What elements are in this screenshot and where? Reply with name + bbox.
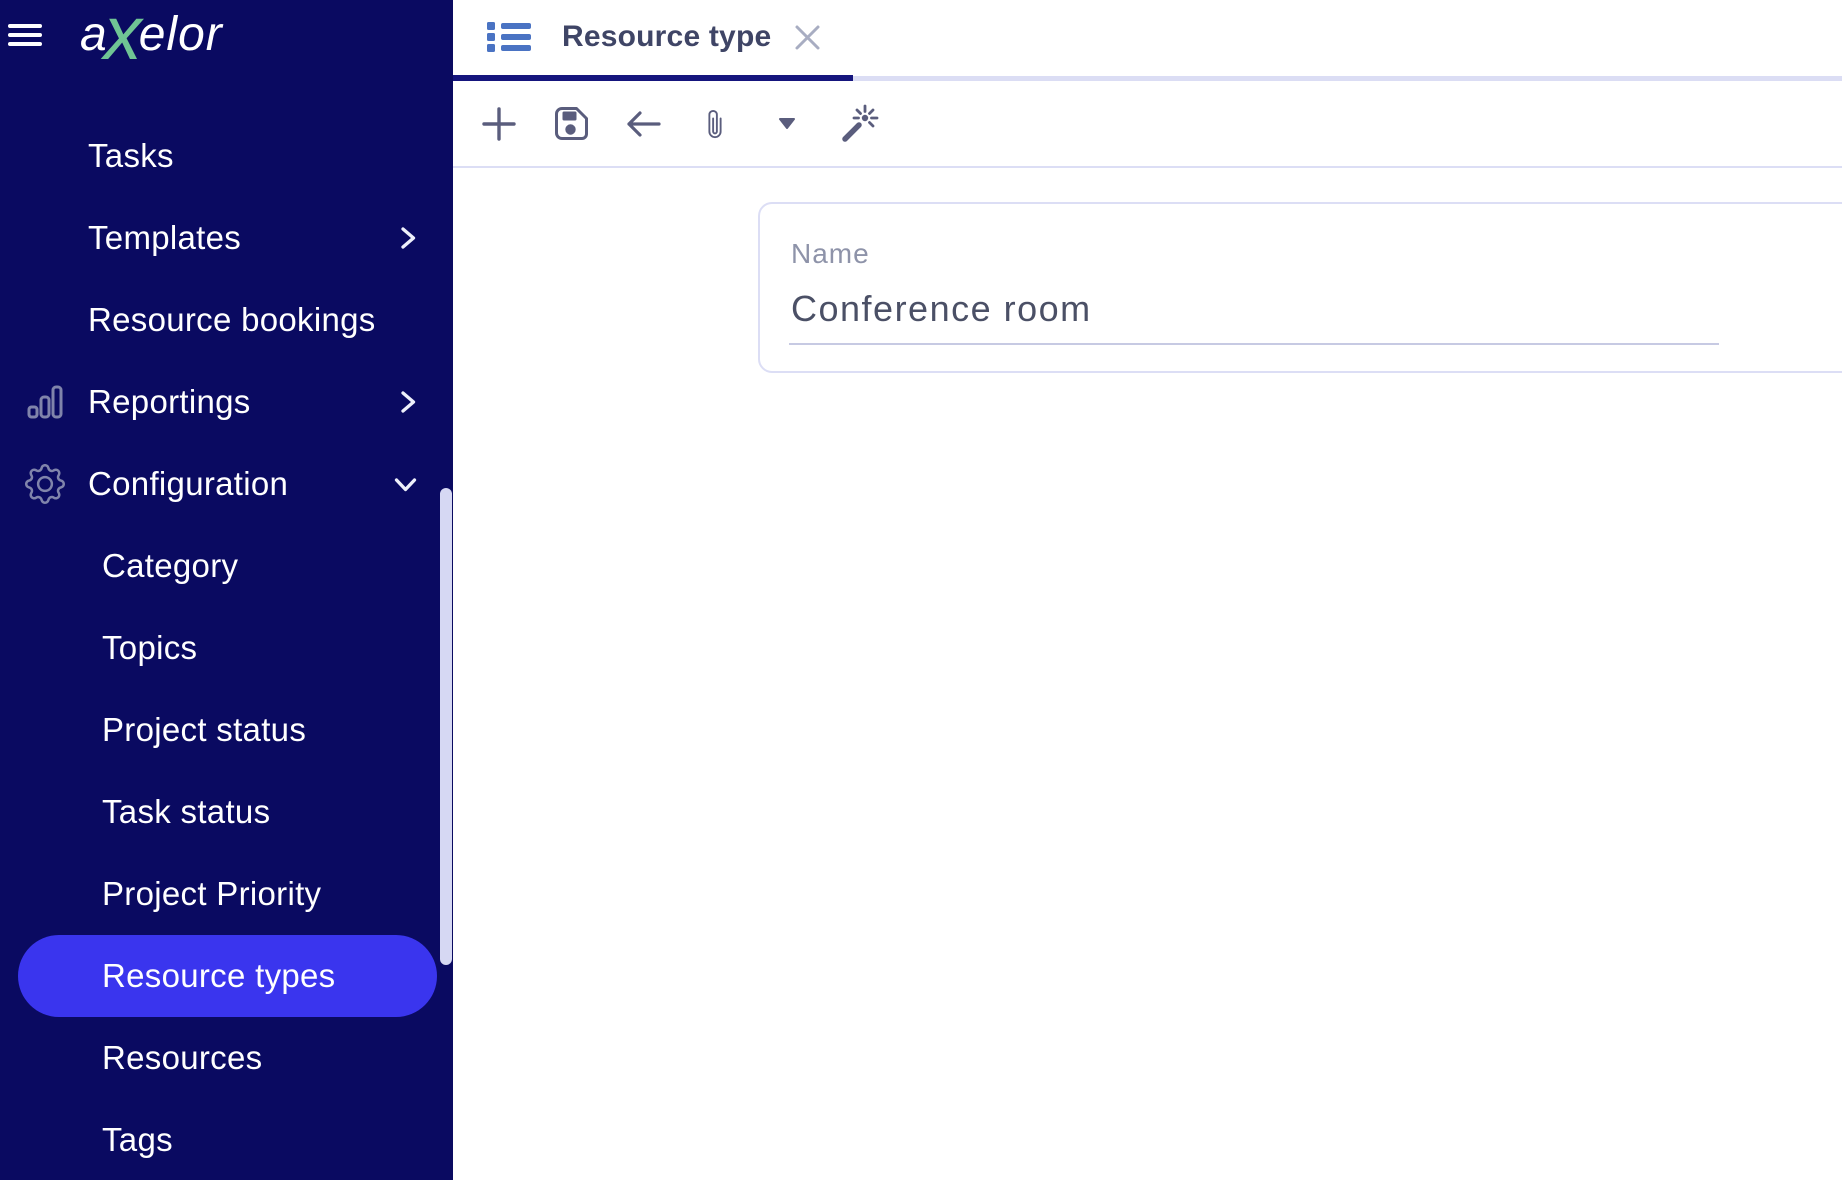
sidebar-item-label: Tasks [18,137,174,175]
sidebar-item-label: Task status [18,793,270,831]
save-icon [553,105,590,142]
menu-toggle-button[interactable] [8,24,42,46]
sidebar-item-project-status[interactable]: Project status [18,689,437,771]
toolbar [453,81,1842,168]
sidebar-item-label: Tags [18,1121,173,1159]
app-window: axelor Tasks Templates Resource bookings Re… [0,0,1842,1180]
sidebar-item-tasks[interactable]: Tasks [18,115,437,197]
save-button[interactable] [535,89,607,159]
sidebar-item-reportings[interactable]: Reportings [18,361,437,443]
sidebar-item-topics[interactable]: Topics [18,607,437,689]
sidebar-item-resources[interactable]: Resources [18,1017,437,1099]
magic-wand-button[interactable] [823,89,895,159]
tab-close-icon[interactable] [793,23,822,52]
gear-icon [25,464,65,504]
sidebar: axelor Tasks Templates Resource bookings Re… [0,0,453,1180]
caret-down-icon [778,117,796,130]
sidebar-item-label: Topics [18,629,197,667]
list-view-icon [487,21,531,53]
arrow-left-icon [623,108,663,140]
magic-wand-icon [838,103,880,145]
tab-resource-type[interactable]: Resource type [487,0,822,74]
sidebar-item-label: Project Priority [18,875,321,913]
attachment-menu-button[interactable] [751,89,823,159]
form-card: Name Conference room [758,202,1842,373]
sidebar-item-task-status[interactable]: Task status [18,771,437,853]
bar-chart-icon [25,382,65,422]
tab-bar: Resource type [453,0,1842,81]
logo-text-post: elor [139,8,223,61]
name-input[interactable]: Conference room [791,288,1092,330]
name-input-underline [789,343,1719,345]
main-area: Resource type [453,0,1842,1180]
attachment-button[interactable] [679,89,751,159]
sidebar-scrollbar-thumb[interactable] [440,488,452,965]
tab-title: Resource type [562,20,771,54]
active-tab-underline [453,75,853,81]
sidebar-item-label: Templates [18,219,241,257]
chevron-down-icon [392,473,419,495]
paperclip-icon [700,106,730,142]
sidebar-nav: Tasks Templates Resource bookings Reporting… [0,115,453,1181]
sidebar-item-label: Resource types [18,957,335,995]
sidebar-item-label: Project status [18,711,306,749]
sidebar-item-resource-types[interactable]: Resource types [18,935,437,1017]
app-logo: axelor [80,4,223,66]
chevron-right-icon [397,225,419,252]
name-field-label: Name [791,238,870,270]
hamburger-icon [8,24,42,28]
chevron-right-icon [397,389,419,416]
sidebar-item-label: Resource bookings [18,301,376,339]
new-record-button[interactable] [463,89,535,159]
sidebar-item-tags[interactable]: Tags [18,1099,437,1181]
back-button[interactable] [607,89,679,159]
sidebar-item-configuration[interactable]: Configuration [18,443,437,525]
sidebar-item-label: Resources [18,1039,262,1077]
sidebar-item-category[interactable]: Category [18,525,437,607]
sidebar-item-label: Category [18,547,238,585]
sidebar-item-project-priority[interactable]: Project Priority [18,853,437,935]
plus-icon [482,107,516,141]
sidebar-item-templates[interactable]: Templates [18,197,437,279]
sidebar-item-resource-bookings[interactable]: Resource bookings [18,279,437,361]
